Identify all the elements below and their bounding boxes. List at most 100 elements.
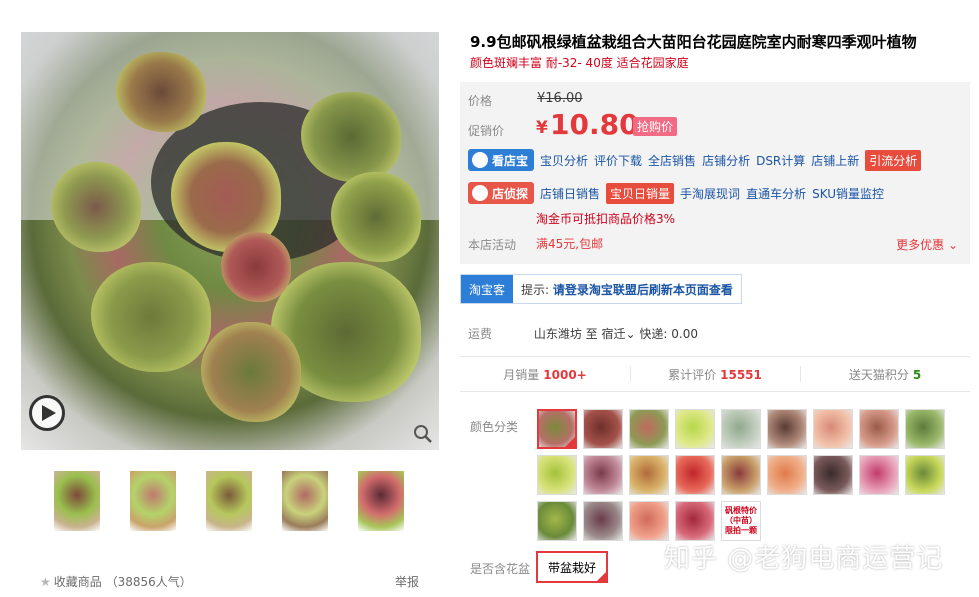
shipping-label: 运费 (468, 327, 493, 341)
kandianbao-link[interactable]: 全店销售 (648, 152, 696, 169)
color-swatch[interactable] (537, 455, 577, 495)
chevron-down-icon: ⌄ (944, 238, 958, 252)
color-swatch[interactable] (905, 455, 945, 495)
pot-option-button[interactable]: 带盆栽好 (536, 551, 608, 583)
shipping-to-word: 至 (585, 327, 598, 341)
zoom-icon[interactable] (413, 424, 433, 444)
color-swatch[interactable] (629, 455, 669, 495)
color-swatch[interactable] (537, 501, 577, 541)
dianzhentan-badge[interactable]: 店侦探 (468, 182, 535, 204)
color-swatch[interactable] (721, 455, 761, 495)
report-link[interactable]: 举报 (395, 573, 419, 590)
photo-leaf (116, 52, 206, 132)
color-swatch[interactable] (675, 455, 715, 495)
pot-option-text: 带盆栽好 (547, 560, 596, 575)
kandianbao-toolbar: 看店宝 宝贝分析 评价下载 全店销售 店铺分析 DSR计算 店铺上新 引流分析 (468, 149, 927, 171)
swatch-special-offer[interactable]: 矾根特价（中苗）限拍一颗 (721, 501, 761, 541)
watermark: 知乎 @老狗电商运营记 (664, 544, 944, 574)
color-swatch[interactable] (813, 409, 853, 449)
tmall-points-value: 5 (912, 367, 922, 382)
kandianbao-link[interactable]: DSR计算 (756, 152, 805, 169)
promo-price: 10.80 (550, 108, 639, 141)
main-product-image[interactable] (21, 32, 439, 450)
photo-leaf (331, 172, 421, 262)
more-offers-label: 更多优惠 (896, 238, 945, 252)
dianzhentan-link[interactable]: 店铺日销售 (540, 185, 600, 202)
shop-activity-value: 满45元,包邮 (536, 237, 604, 251)
dianzhentan-toolbar: 店侦探 店铺日销售 宝贝日销量 手淘展现词 直通车分析 SKU销量监控 (468, 182, 890, 204)
dianzhentan-link[interactable]: 直通车分析 (746, 185, 806, 202)
photo-leaf (221, 232, 291, 302)
dianzhentan-link[interactable]: SKU销量监控 (812, 185, 884, 202)
color-swatch[interactable] (583, 409, 623, 449)
taobaoke-hint-text[interactable]: 请登录淘宝联盟后刷新本页面查看 (553, 283, 733, 297)
promo-currency: ¥ (536, 118, 548, 138)
color-swatch[interactable] (675, 501, 715, 541)
price-panel: 价格 ¥16.00 促销价 ¥ 10.80 抢购价 看店宝 宝贝分析 评价下载 全店… (460, 82, 970, 264)
thumbnail-image[interactable] (54, 471, 100, 531)
color-swatch[interactable] (767, 409, 807, 449)
color-swatch[interactable] (813, 455, 853, 495)
color-swatch[interactable] (629, 501, 669, 541)
shipping-destination-select[interactable]: 宿迁⌄ (602, 327, 636, 341)
photo-leaf (91, 262, 211, 372)
taobaoke-bar: 淘宝客 提示: 请登录淘宝联盟后刷新本页面查看 (460, 274, 742, 304)
color-swatch[interactable] (859, 409, 899, 449)
color-swatch[interactable] (905, 409, 945, 449)
product-title: 9.9包邮矾根绿植盆栽组合大苗阳台花园庭院室内耐寒四季观叶植物 (470, 33, 917, 51)
photo-leaf (51, 162, 141, 252)
favorite-count: （38856人气） (105, 575, 192, 589)
shipping-row: 运费 山东潍坊 至 宿迁⌄ 快递: 0.00 (468, 325, 698, 342)
thumbnail-image[interactable] (358, 471, 404, 531)
photo-leaf (201, 322, 301, 422)
taobaoke-badge[interactable]: 淘宝客 (461, 275, 514, 303)
dianzhentan-link[interactable]: 宝贝日销量 (606, 182, 675, 204)
favorite-product[interactable]: ★ 收藏商品 （38856人气） (40, 573, 192, 590)
play-icon[interactable] (29, 395, 65, 431)
more-offers-link[interactable]: 更多优惠 ⌄ (896, 236, 958, 253)
kandianbao-link[interactable]: 引流分析 (865, 149, 922, 171)
dianzhentan-icon (472, 185, 488, 201)
shipping-from: 山东潍坊 (533, 327, 582, 341)
taobaoke-hint-prefix: 提示: (521, 282, 550, 297)
color-swatch[interactable] (859, 455, 899, 495)
chevron-down-icon: ⌄ (625, 327, 636, 341)
color-swatch[interactable] (767, 455, 807, 495)
shipping-destination: 宿迁 (601, 327, 626, 341)
photo-leaf (301, 92, 401, 182)
star-icon: ★ (40, 575, 51, 589)
favorite-label: 收藏商品 (53, 575, 102, 589)
shipping-method: 快递: 0.00 (639, 327, 698, 341)
kandianbao-link[interactable]: 宝贝分析 (540, 152, 588, 169)
review-count[interactable]: 累计评价 15551 (630, 365, 800, 383)
kandianbao-badge-label: 看店宝 (492, 153, 529, 168)
tmall-points-label: 送天猫积分 (848, 367, 909, 382)
review-count-label: 累计评价 (668, 367, 717, 382)
color-swatch[interactable] (675, 409, 715, 449)
color-swatch[interactable] (721, 409, 761, 449)
promo-tag: 抢购价 (633, 117, 678, 136)
thumbnail-image[interactable] (206, 471, 252, 531)
taobaoke-hint: 提示: 请登录淘宝联盟后刷新本页面查看 (513, 281, 741, 298)
thumbnail-strip (21, 471, 439, 533)
kandianbao-link[interactable]: 店铺分析 (702, 152, 750, 169)
dianzhentan-link[interactable]: 手淘展现词 (680, 185, 740, 202)
product-subtitle: 颜色斑斓丰富 耐-32- 40度 适合花园家庭 (470, 56, 689, 70)
promo-label: 促销价 (468, 124, 505, 138)
thumbnail-image[interactable] (130, 471, 176, 531)
dianzhentan-badge-label: 店侦探 (492, 186, 529, 201)
color-swatch[interactable] (583, 455, 623, 495)
price-label: 价格 (468, 94, 493, 108)
monthly-sales-label: 月销量 (503, 367, 540, 382)
thumbnail-image[interactable] (282, 471, 328, 531)
kandianbao-link[interactable]: 评价下载 (594, 152, 642, 169)
color-swatch[interactable] (537, 409, 577, 449)
kandianbao-link[interactable]: 店铺上新 (811, 152, 859, 169)
coin-note: 淘金币可抵扣商品价格3% (536, 212, 676, 226)
color-swatch[interactable] (583, 501, 623, 541)
kandianbao-badge[interactable]: 看店宝 (468, 149, 535, 171)
tmall-points: 送天猫积分 5 (800, 365, 970, 383)
color-swatch[interactable] (629, 409, 669, 449)
kandianbao-links: 宝贝分析 评价下载 全店销售 店铺分析 DSR计算 店铺上新 引流分析 (540, 149, 927, 171)
color-category-label: 颜色分类 (470, 420, 519, 434)
